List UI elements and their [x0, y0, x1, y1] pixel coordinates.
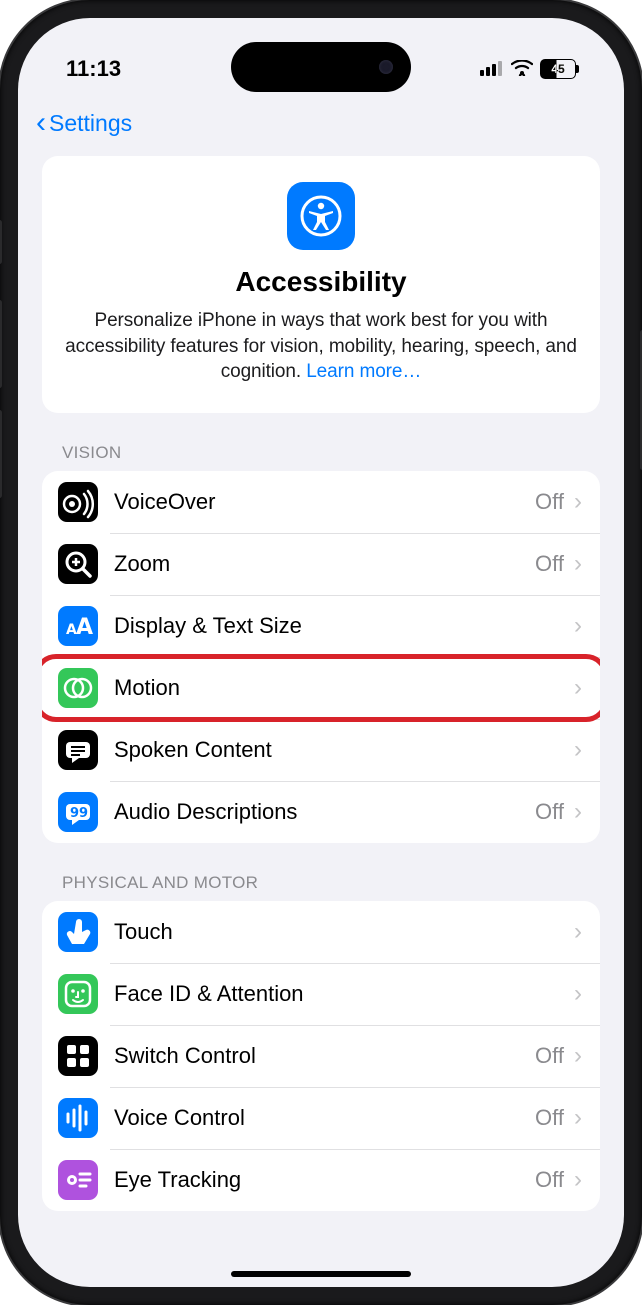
- row-label: Face ID & Attention: [114, 981, 574, 1007]
- row-display-text-size[interactable]: AA Display & Text Size›: [42, 595, 600, 657]
- textsize-icon: AA: [58, 606, 98, 646]
- row-spoken-content[interactable]: Spoken Content›: [42, 719, 600, 781]
- back-button[interactable]: ‹ Settings: [36, 108, 132, 138]
- row-value: Off: [535, 799, 564, 825]
- row-label: Switch Control: [114, 1043, 535, 1069]
- chevron-right-icon: ›: [574, 674, 582, 702]
- row-face-id-attention[interactable]: Face ID & Attention›: [42, 963, 600, 1025]
- chevron-right-icon: ›: [574, 918, 582, 946]
- home-indicator[interactable]: [231, 1271, 411, 1277]
- spoken-icon: [58, 730, 98, 770]
- wifi-icon: [511, 56, 533, 82]
- chevron-right-icon: ›: [574, 736, 582, 764]
- row-value: Off: [535, 551, 564, 577]
- row-eye-tracking[interactable]: Eye TrackingOff ›: [42, 1149, 600, 1211]
- learn-more-link[interactable]: Learn more…: [306, 361, 421, 382]
- row-label: Eye Tracking: [114, 1167, 535, 1193]
- section-label: PHYSICAL AND MOTOR: [42, 873, 600, 901]
- accessibility-icon: [287, 182, 355, 250]
- row-label: VoiceOver: [114, 489, 535, 515]
- row-label: Motion: [114, 675, 574, 701]
- row-value: Off: [535, 1167, 564, 1193]
- section: VoiceOverOff›ZoomOff›AADisplay & Text Si…: [42, 471, 600, 843]
- eye-icon: [58, 1160, 98, 1200]
- chevron-right-icon: ›: [574, 798, 582, 826]
- row-zoom[interactable]: ZoomOff ›: [42, 533, 600, 595]
- voicecontrol-icon: [58, 1098, 98, 1138]
- section: Touch›Face ID & Attention›Switch Control…: [42, 901, 600, 1211]
- chevron-right-icon: ›: [574, 1104, 582, 1132]
- row-label: Voice Control: [114, 1105, 535, 1131]
- row-voiceover[interactable]: VoiceOverOff ›: [42, 471, 600, 533]
- status-time: 11:13: [66, 56, 121, 82]
- chevron-right-icon: ›: [574, 1042, 582, 1070]
- row-switch-control[interactable]: Switch ControlOff ›: [42, 1025, 600, 1087]
- chevron-right-icon: ›: [574, 550, 582, 578]
- section-label: VISION: [42, 443, 600, 471]
- row-label: Display & Text Size: [114, 613, 574, 639]
- chevron-right-icon: ›: [574, 1166, 582, 1194]
- chevron-right-icon: ›: [574, 980, 582, 1008]
- device-frame: 11:13 45 ‹ Settings: [0, 0, 642, 1305]
- chevron-left-icon: ‹: [36, 108, 46, 138]
- row-label: Audio Descriptions: [114, 799, 535, 825]
- row-audio-descriptions[interactable]: 99 Audio DescriptionsOff ›: [42, 781, 600, 843]
- back-label: Settings: [49, 110, 132, 137]
- switch-icon: [58, 1036, 98, 1076]
- voiceover-icon: [58, 482, 98, 522]
- battery-icon: 45: [540, 59, 576, 79]
- row-motion[interactable]: Motion›: [42, 657, 600, 719]
- chevron-right-icon: ›: [574, 612, 582, 640]
- page-description: Personalize iPhone in ways that work bes…: [60, 308, 582, 385]
- cellular-icon: [480, 56, 504, 82]
- row-touch[interactable]: Touch›: [42, 901, 600, 963]
- svg-text:A: A: [76, 615, 93, 640]
- zoom-icon: [58, 544, 98, 584]
- row-label: Zoom: [114, 551, 535, 577]
- svg-text:99: 99: [70, 806, 88, 821]
- page-title: Accessibility: [60, 266, 582, 298]
- row-voice-control[interactable]: Voice ControlOff ›: [42, 1087, 600, 1149]
- faceid-icon: [58, 974, 98, 1014]
- row-label: Touch: [114, 919, 574, 945]
- screen: 11:13 45 ‹ Settings: [18, 18, 624, 1287]
- row-value: Off: [535, 489, 564, 515]
- side-button-volume-down: [0, 410, 2, 498]
- motion-icon: [58, 668, 98, 708]
- nav-bar: ‹ Settings: [18, 98, 624, 156]
- touch-icon: [58, 912, 98, 952]
- dynamic-island: [231, 42, 411, 92]
- row-label: Spoken Content: [114, 737, 574, 763]
- content[interactable]: Accessibility Personalize iPhone in ways…: [18, 156, 624, 1265]
- side-button-silent: [0, 220, 2, 264]
- audiodesc-icon: 99: [58, 792, 98, 832]
- row-value: Off: [535, 1043, 564, 1069]
- chevron-right-icon: ›: [574, 488, 582, 516]
- hero-card: Accessibility Personalize iPhone in ways…: [42, 156, 600, 413]
- row-value: Off: [535, 1105, 564, 1131]
- side-button-volume-up: [0, 300, 2, 388]
